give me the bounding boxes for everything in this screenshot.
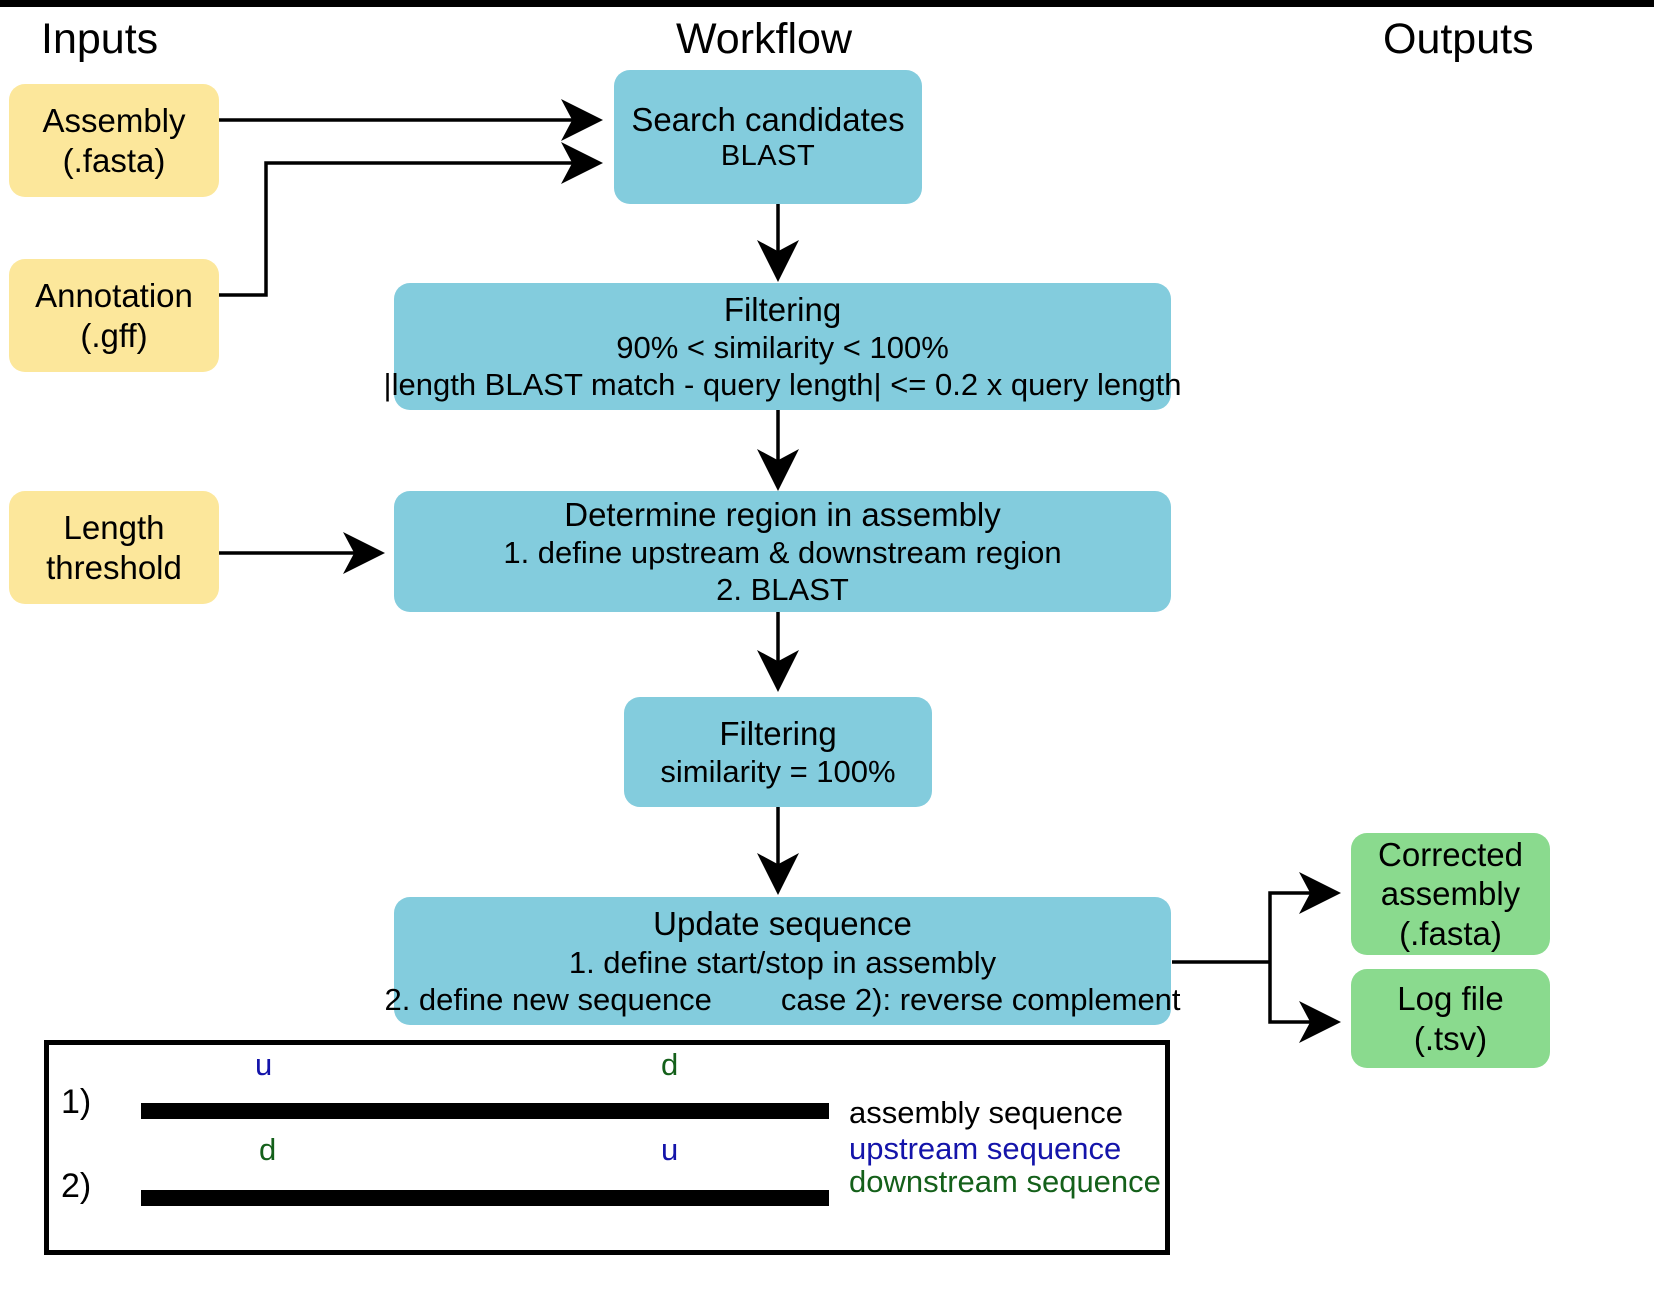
filtering1-rule-length: |length BLAST match - query length| <= 0… [383, 367, 1182, 403]
output-log-line1: Log file [1397, 979, 1504, 1017]
input-assembly-line1: Assembly [42, 101, 186, 139]
process-node-filtering-2[interactable]: Filtering similarity = 100% [624, 697, 932, 807]
filtering1-title: Filtering [723, 290, 842, 328]
output-corrected-line1: Corrected [1378, 835, 1523, 873]
process-node-determine-region[interactable]: Determine region in assembly 1. define u… [394, 491, 1171, 612]
determine-region-title: Determine region in assembly [564, 495, 1001, 533]
output-corrected-line2: assembly [1380, 875, 1521, 913]
legend-label-case1-downstream: d [661, 1047, 679, 1082]
legend-case-1-index: 1) [61, 1083, 92, 1121]
filtering2-title: Filtering [719, 714, 837, 752]
input-assembly-line2: (.fasta) [62, 141, 166, 179]
search-candidates-title: Search candidates [631, 100, 905, 138]
legend-label-case1-upstream: u [255, 1047, 273, 1082]
column-header-workflow: Workflow [676, 15, 853, 63]
column-header-inputs: Inputs [41, 15, 159, 63]
legend-key-upstream-sequence: upstream sequence [849, 1131, 1122, 1166]
legend-label-case2-downstream: d [259, 1132, 277, 1167]
output-node-corrected-assembly[interactable]: Corrected assembly (.fasta) [1351, 833, 1550, 955]
input-node-assembly[interactable]: Assembly (.fasta) [9, 84, 219, 197]
wire-annotation-to-search [219, 142, 603, 297]
filtering2-rule-similarity: similarity = 100% [660, 754, 896, 790]
output-node-log-file[interactable]: Log file (.tsv) [1351, 969, 1550, 1068]
process-node-filtering-1[interactable]: Filtering 90% < similarity < 100% |lengt… [384, 283, 1181, 410]
column-header-outputs: Outputs [1383, 15, 1534, 63]
process-node-update-sequence[interactable]: Update sequence 1. define start/stop in … [384, 897, 1181, 1025]
determine-region-step2: 2. BLAST [716, 572, 849, 608]
input-annotation-line2: (.gff) [80, 316, 148, 354]
search-candidates-tool: BLAST [720, 140, 816, 173]
input-threshold-line2: threshold [46, 548, 182, 586]
input-annotation-line1: Annotation [35, 276, 193, 314]
diagram-canvas: Inputs Workflow Outputs Assembly (.fasta… [0, 0, 1654, 1307]
input-node-length-threshold[interactable]: Length threshold [9, 491, 219, 604]
update-sequence-title: Update sequence [653, 905, 912, 943]
process-node-search-candidates[interactable]: Search candidates BLAST [614, 70, 922, 204]
legend-assembly-bar-case2 [141, 1190, 829, 1206]
determine-region-step1: 1. define upstream & downstream region [503, 535, 1062, 571]
filtering1-rule-similarity: 90% < similarity < 100% [616, 330, 949, 366]
wire-update-to-corrected-assembly [1268, 872, 1341, 962]
legend-label-case2-upstream: u [661, 1132, 679, 1167]
update-sequence-step2: 2. define new sequence case 2): reverse … [384, 981, 1181, 1017]
legend-case-2-index: 2) [61, 1167, 92, 1205]
wire-update-to-log-file [1268, 962, 1341, 1043]
input-threshold-line1: Length [63, 508, 165, 546]
legend-key-downstream-sequence: downstream sequence [849, 1164, 1161, 1199]
top-border-rule [0, 0, 1654, 7]
output-log-line2: (.tsv) [1413, 1019, 1488, 1057]
update-sequence-step1: 1. define start/stop in assembly [568, 944, 997, 980]
output-corrected-line3: (.fasta) [1399, 914, 1502, 952]
legend-assembly-bar-case1 [141, 1103, 829, 1119]
input-node-annotation[interactable]: Annotation (.gff) [9, 259, 219, 372]
legend-key-assembly-sequence: assembly sequence [849, 1095, 1123, 1130]
